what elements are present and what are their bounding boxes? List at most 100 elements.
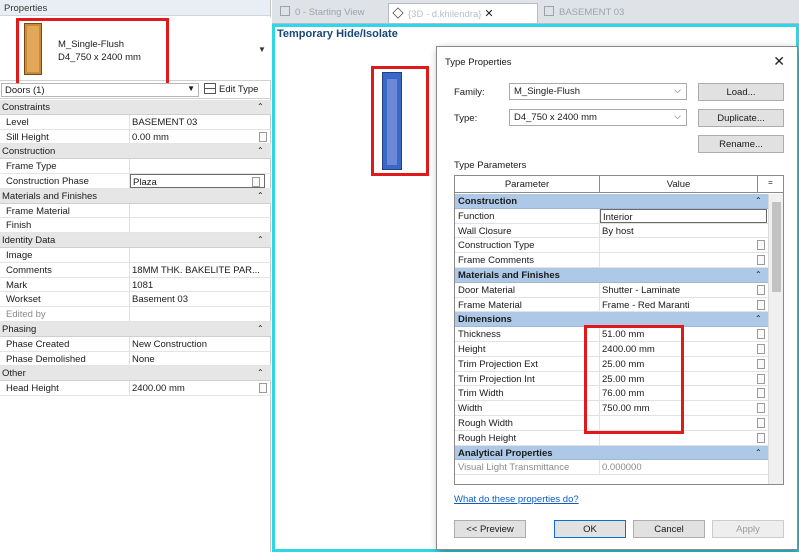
property-value[interactable] [130,248,271,262]
property-name: Level [0,114,130,129]
property-value[interactable] [600,238,769,252]
property-value[interactable]: BASEMENT 03 [130,115,271,129]
ok-button[interactable]: OK [554,520,626,538]
property-value[interactable] [130,218,271,232]
collapse-chevron-icon[interactable]: ⌃ [755,268,769,282]
column-header-value[interactable]: Value [600,176,758,192]
rename-button[interactable]: Rename... [698,135,784,153]
collapse-chevron-icon[interactable]: ⌃ [257,100,271,114]
property-value[interactable]: 18MM THK. BAKELITE PAR... [130,263,271,277]
property-value[interactable] [130,159,271,173]
edit-field-button-icon[interactable] [757,329,765,340]
group-header-constraints[interactable]: Constraints ⌃ [0,100,271,115]
property-name: Edited by [0,307,130,321]
property-row-frame-material: Frame Material [0,203,271,219]
property-row-head-height: Head Height 2400.00 mm [0,381,271,396]
property-value[interactable]: Plaza [130,173,265,188]
property-value[interactable]: By host [600,224,769,238]
property-value[interactable]: New Construction [130,337,271,351]
property-value-text: 0.000000 [602,462,642,474]
property-value[interactable] [130,204,271,218]
group-header-analytical-properties[interactable]: Analytical Properties ⌃ [455,445,769,461]
tab-3d-view[interactable]: {3D - d.khilendra} ✕ [388,3,538,23]
property-value[interactable]: 0.00 mm [130,130,271,144]
edit-field-button-icon[interactable] [757,358,765,369]
edit-field-button-icon[interactable] [757,240,765,251]
group-header-materials-and-finishes[interactable]: Materials and Finishes ⌃ [0,188,271,204]
group-header-construction[interactable]: Construction ⌃ [455,194,769,209]
edit-field-button-icon[interactable] [757,432,765,443]
group-header-other[interactable]: Other ⌃ [0,366,271,382]
edit-field-button-icon[interactable] [757,343,765,354]
group-header-construction[interactable]: Construction ⌃ [0,144,271,160]
property-row-construction-phase: Construction Phase Plaza [0,173,271,189]
collapse-chevron-icon[interactable]: ⌃ [257,366,271,380]
edit-field-button-icon[interactable] [259,383,267,394]
property-row-level: Level BASEMENT 03 [0,114,271,130]
collapse-chevron-icon[interactable]: ⌃ [257,233,271,247]
apply-button[interactable]: Apply [712,520,784,538]
scrollbar-thumb[interactable] [772,202,781,292]
property-value[interactable] [600,253,769,267]
property-value[interactable]: Basement 03 [130,292,271,306]
collapse-chevron-icon[interactable]: ⌃ [257,322,271,336]
property-row-function: Function Interior [455,208,769,224]
3d-cube-icon [392,7,404,19]
edit-field-button-icon[interactable] [757,299,765,310]
highlight-box-door [371,66,429,176]
duplicate-button[interactable]: Duplicate... [698,109,784,127]
group-label: Construction [2,146,56,158]
group-header-materials-and-finishes[interactable]: Materials and Finishes ⌃ [455,267,769,283]
property-name: Phase Demolished [0,351,130,366]
cancel-button[interactable]: Cancel [633,520,705,538]
edit-field-button-icon[interactable] [757,388,765,399]
property-value[interactable]: Interior [600,208,767,223]
collapse-chevron-icon[interactable]: ⌃ [755,194,769,208]
tab-label: {3D - d.khilendra} [408,9,482,20]
highlight-box-type-selector [16,18,169,86]
edit-type-button[interactable]: Edit Type [204,83,266,97]
tab-basement-03[interactable]: BASEMENT 03 [540,3,640,23]
edit-field-button-icon[interactable] [259,131,267,142]
load-button[interactable]: Load... [698,83,784,101]
type-dropdown-arrow-icon[interactable]: ▼ [258,45,266,54]
edit-field-button-icon[interactable] [757,284,765,295]
column-header-parameter[interactable]: Parameter [455,176,600,192]
property-name: Phase Created [0,336,130,351]
type-select[interactable]: D4_750 x 2400 mm ⌵ [509,109,687,126]
property-value[interactable]: None [130,352,271,366]
property-name: Door Material [455,282,600,297]
edit-field-button-icon[interactable] [757,373,765,384]
chevron-down-icon: ⌵ [674,85,681,95]
property-value-text: Shutter - Laminate [602,284,681,296]
group-label: Identity Data [2,235,56,247]
family-select[interactable]: M_Single-Flush ⌵ [509,83,687,100]
close-icon[interactable]: ✕ [484,8,493,20]
element-filter-select[interactable]: Doors (1) ▼ [1,83,199,97]
collapse-chevron-icon[interactable]: ⌃ [755,312,769,326]
collapse-chevron-icon[interactable]: ⌃ [257,144,271,158]
property-value[interactable]: Frame - Red Maranti [600,298,769,312]
edit-field-button-icon[interactable] [757,403,765,414]
preview-button[interactable]: << Preview [454,520,526,538]
property-value[interactable]: 1081 [130,278,271,292]
close-icon[interactable]: ✕ [773,53,785,70]
edit-field-button-icon[interactable] [252,176,260,187]
property-value[interactable]: Shutter - Laminate [600,283,769,297]
edit-field-button-icon[interactable] [757,417,765,428]
grid-scrollbar[interactable] [768,194,783,484]
property-name: Head Height [0,381,130,395]
property-name: Visual Light Transmittance [455,460,600,475]
collapse-chevron-icon[interactable]: ⌃ [755,446,769,460]
edit-field-button-icon[interactable] [757,255,765,266]
property-value-text: Interior [603,211,633,223]
group-label: Materials and Finishes [2,190,98,202]
group-header-identity-data[interactable]: Identity Data ⌃ [0,233,271,248]
collapse-chevron-icon[interactable]: ⌃ [257,189,271,203]
tab-starting-view[interactable]: 0 - Starting View [276,3,388,23]
property-name: Frame Comments [455,253,600,267]
property-value[interactable]: 2400.00 mm [130,381,271,395]
help-link[interactable]: What do these properties do? [454,494,579,505]
column-header-formula[interactable]: = [758,176,783,192]
group-header-phasing[interactable]: Phasing ⌃ [0,321,271,337]
